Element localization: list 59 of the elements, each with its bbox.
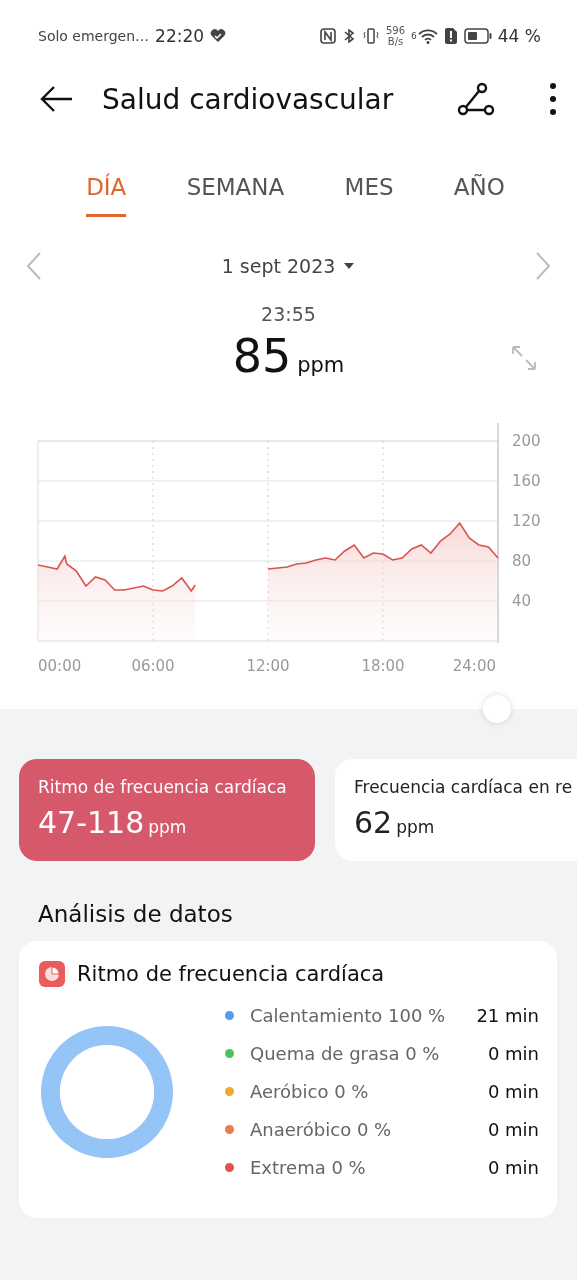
chart-slider-handle[interactable] xyxy=(483,695,511,723)
zone-label: Aeróbico 0 % xyxy=(250,1081,370,1102)
clock: 22:20 xyxy=(155,26,205,46)
caret-icon xyxy=(343,262,356,270)
y-tick-label: 80 xyxy=(512,552,532,570)
nfc-icon xyxy=(319,28,336,44)
period-tab[interactable]: SEMANA xyxy=(186,174,285,217)
y-tick-label: 40 xyxy=(512,592,532,610)
section-title: Análisis de datos xyxy=(38,901,234,927)
zone-duration: 0 min xyxy=(487,1081,539,1102)
card-value: 47-118 xyxy=(38,805,145,840)
x-tick-label: 12:00 xyxy=(246,657,290,675)
x-tick-label: 18:00 xyxy=(361,657,405,675)
zone-label: Quema de grasa 0 % xyxy=(250,1043,441,1064)
period-tab[interactable]: AÑO xyxy=(453,174,505,217)
zone-duration: 21 min xyxy=(476,1005,539,1026)
signal-label: 6 xyxy=(411,31,417,41)
heart-icon xyxy=(210,29,227,43)
reading-time: 23:55 xyxy=(261,303,316,325)
sim-alert-icon xyxy=(443,27,458,45)
next-day-button[interactable] xyxy=(535,251,551,281)
period-tab[interactable]: MES xyxy=(344,174,394,217)
page-title: Salud cardiovascular xyxy=(102,82,395,116)
vibrate-icon xyxy=(361,28,380,44)
zone-duration: 0 min xyxy=(487,1157,539,1178)
zone-duration: 0 min xyxy=(487,1119,539,1140)
card-value: 62 xyxy=(354,805,393,840)
more-menu-button[interactable] xyxy=(549,82,557,116)
card-title: Ritmo de frecuencia cardíaca xyxy=(77,962,385,986)
y-tick-label: 200 xyxy=(512,432,541,450)
summary-card[interactable]: Frecuencia cardíaca en re 62 ppm xyxy=(335,759,577,861)
zone-label: Extrema 0 % xyxy=(250,1157,367,1178)
card-unit: ppm xyxy=(396,817,435,837)
reading-unit: ppm xyxy=(297,353,345,377)
card-unit: ppm xyxy=(148,817,187,837)
card-label: Frecuencia cardíaca en re xyxy=(354,777,574,797)
reading-value: 85 xyxy=(232,329,292,383)
expand-icon[interactable] xyxy=(511,345,537,371)
previous-day-button[interactable] xyxy=(26,251,42,281)
summary-card[interactable]: Ritmo de frecuencia cardíaca 47-118 ppm xyxy=(19,759,315,861)
battery-percent: 44 % xyxy=(497,26,541,46)
wifi-icon xyxy=(417,28,438,44)
speed-value: 596 xyxy=(385,25,406,36)
speed-unit: B/s xyxy=(387,36,404,47)
x-tick-label: 06:00 xyxy=(131,657,175,675)
zone-label: Anaeróbico 0 % xyxy=(250,1119,393,1140)
zone-label: Calentamiento 100 % xyxy=(250,1005,447,1026)
x-tick-label: 00:00 xyxy=(38,657,82,675)
y-tick-label: 160 xyxy=(512,472,541,490)
x-tick-label: 24:00 xyxy=(452,657,496,675)
share-button[interactable] xyxy=(457,81,495,117)
y-tick-label: 120 xyxy=(512,512,541,530)
back-button[interactable] xyxy=(40,85,74,113)
status-text: Solo emergen… xyxy=(38,28,150,44)
pie-chart-icon xyxy=(39,961,65,987)
card-label: Ritmo de frecuencia cardíaca xyxy=(38,777,288,797)
date-picker[interactable]: 1 sept 2023 xyxy=(221,255,356,277)
battery-icon xyxy=(463,28,492,44)
zone-duration: 0 min xyxy=(487,1043,539,1064)
